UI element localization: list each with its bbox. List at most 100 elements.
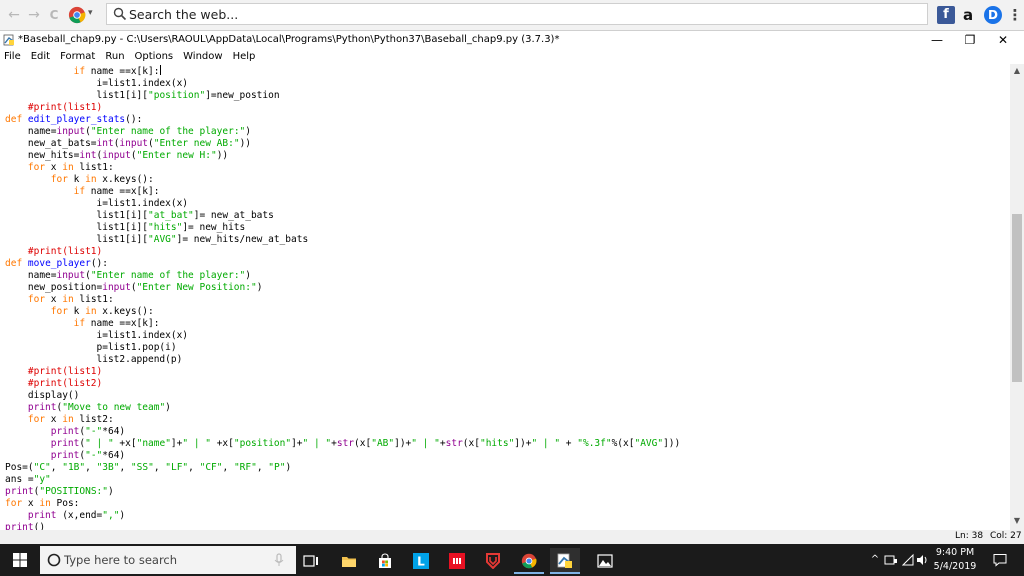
code-line[interactable]: for x in list1: [5,162,680,174]
wifi-icon[interactable] [902,553,914,567]
windows-taskbar: L [0,544,1024,576]
photos-icon [597,554,613,568]
window-title-bar: *Baseball_chap9.py - C:\Users\RAOUL\AppD… [0,31,1024,50]
code-line[interactable]: name=input("Enter name of the player:") [5,126,680,138]
code-line[interactable]: name=input("Enter name of the player:") [5,270,680,282]
browser-menu-icon[interactable]: ⋮ [1006,6,1024,24]
code-line[interactable]: def move_player(): [5,258,680,270]
scroll-thumb[interactable] [1012,214,1022,382]
menu-edit[interactable]: Edit [26,50,55,64]
code-line[interactable]: list2.append(p) [5,354,680,366]
code-line[interactable]: for x in list1: [5,294,680,306]
code-line[interactable]: new_hits=int(input("Enter new H:")) [5,150,680,162]
code-line[interactable]: p=list1.pop(i) [5,342,680,354]
maximize-button[interactable]: ❐ [958,32,982,48]
code-line[interactable]: #print(list1) [5,246,680,258]
code-line[interactable]: list1[i]["AVG"]= new_hits/new_at_bats [5,234,680,246]
code-line[interactable]: if name ==x[k]: [5,318,680,330]
vertical-scrollbar[interactable]: ▲ ▼ [1010,64,1024,530]
forward-arrow-icon[interactable]: → [26,7,42,23]
network-icon[interactable] [884,553,898,567]
idle-taskbar-icon [557,553,572,568]
idle-file-icon [3,34,14,46]
file-explorer-button[interactable] [334,548,364,574]
code-line[interactable]: #print(list1) [5,366,680,378]
chrome-dropdown-icon[interactable]: ▾ [88,8,93,18]
notification-icon[interactable] [993,553,1007,567]
code-line[interactable]: if name ==x[k]: [5,65,680,78]
text-cursor [160,65,162,75]
task-view-button[interactable] [296,548,326,574]
windows-start-icon[interactable] [0,544,40,576]
task-view-icon [303,555,318,567]
code-line[interactable]: i=list1.index(x) [5,330,680,342]
scroll-up-icon[interactable]: ▲ [1010,66,1024,75]
code-line[interactable]: print("POSITIONS:") [5,486,680,498]
l-app-icon: L [413,553,429,569]
code-line[interactable]: ans ="y" [5,474,680,486]
code-line[interactable]: list1[i]["hits"]= new_hits [5,222,680,234]
idle-taskbar-button[interactable] [550,548,580,574]
chrome-taskbar-button[interactable] [514,548,544,574]
code-line[interactable]: new_at_bats=int(input("Enter new AB:")) [5,138,680,150]
clock-date[interactable]: 5/4/2019 [927,561,983,572]
close-button[interactable]: ✕ [991,32,1015,48]
security-app-button[interactable] [478,548,508,574]
code-line[interactable]: print (x,end=",") [5,510,680,522]
taskbar-search-box[interactable] [40,546,296,574]
menu-help[interactable]: Help [228,50,261,64]
reload-icon[interactable]: C [46,7,62,23]
facebook-extension-icon[interactable]: f [937,6,955,24]
code-line[interactable]: for k in x.keys(): [5,306,680,318]
menu-options[interactable]: Options [130,50,179,64]
cursor-line: Ln: 38 [955,531,984,541]
minimize-button[interactable]: — [925,32,949,48]
store-button[interactable] [370,548,400,574]
code-editor[interactable]: if name ==x[k]: i=list1.index(x) list1[i… [0,64,1010,530]
calendar-app-button[interactable] [442,548,472,574]
d-extension-icon[interactable]: D [984,6,1002,24]
code-line[interactable]: for x in Pos: [5,498,680,510]
code-line[interactable]: for k in x.keys(): [5,174,680,186]
code-line[interactable]: i=list1.index(x) [5,198,680,210]
chrome-logo-icon[interactable] [68,6,86,24]
folder-icon [342,557,356,567]
l-app-button[interactable]: L [406,548,436,574]
chrome-taskbar-icon [521,553,537,569]
menu-bar: File Edit Format Run Options Window Help [0,50,1024,64]
code-line[interactable]: print("-"*64) [5,426,680,438]
code-text[interactable]: if name ==x[k]: i=list1.index(x) list1[i… [5,65,680,530]
microphone-icon[interactable] [272,553,286,567]
code-line[interactable]: #print(list1) [5,102,680,114]
web-search-box[interactable] [106,3,928,25]
code-line[interactable]: print(" | " +x["name"]+" | " +x["positio… [5,438,681,450]
menu-file[interactable]: File [0,50,26,64]
scroll-down-icon[interactable]: ▼ [1010,516,1024,525]
menu-run[interactable]: Run [100,50,129,64]
web-search-input[interactable] [129,4,909,24]
amazon-extension-icon[interactable]: a [959,6,977,24]
red-app-icon [449,553,465,569]
code-line[interactable]: new_position=input("Enter New Position:"… [5,282,680,294]
code-line[interactable]: if name ==x[k]: [5,186,680,198]
code-line[interactable]: list1[i]["at_bat"]= new_at_bats [5,210,680,222]
code-line[interactable]: print("Move to new team") [5,402,680,414]
taskbar-search-input[interactable] [64,546,289,574]
menu-window[interactable]: Window [178,50,227,64]
code-line[interactable]: for x in list2: [5,414,680,426]
l-app-label: L [417,555,425,569]
code-line[interactable]: i=list1.index(x) [5,78,680,90]
code-line[interactable]: print() [5,522,680,530]
code-line[interactable]: list1[i]["position"]=new_postion [5,90,680,102]
menu-format[interactable]: Format [55,50,100,64]
code-line[interactable]: Pos=("C", "1B", "3B", "SS", "LF", "CF", … [5,462,680,474]
photos-button[interactable] [590,548,620,574]
store-bag-icon [379,553,391,568]
back-arrow-icon[interactable]: ← [6,7,22,23]
clock-time[interactable]: 9:40 PM [927,547,983,558]
code-line[interactable]: print("-"*64) [5,450,680,462]
code-line[interactable]: def edit_player_stats(): [5,114,680,126]
code-line[interactable]: display() [5,390,680,402]
code-line[interactable]: #print(list2) [5,378,680,390]
tray-expand-icon[interactable]: ^ [870,553,880,567]
